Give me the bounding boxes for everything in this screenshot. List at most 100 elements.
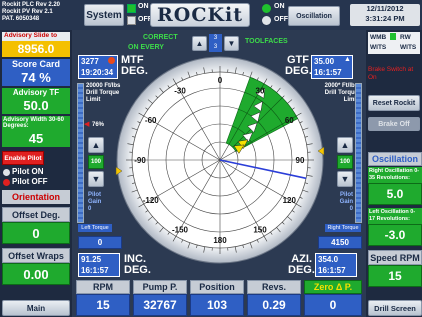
switch-on-indicator[interactable] <box>262 4 271 13</box>
left-osc-label: Left Oscillation 0-17 Revolutions: <box>368 208 422 224</box>
azi-readout: 354.0 16:1:57 <box>315 253 357 277</box>
right-pilot-text: Pilot <box>340 192 353 198</box>
date-time: 12/11/2012 3:31:24 PM <box>350 4 420 26</box>
adv-slide-value: 8956.0 <box>2 41 70 57</box>
oscillation-toggle-button[interactable]: Oscillation <box>288 6 340 26</box>
dial-tick-label: 150 <box>253 225 267 234</box>
every-count-top: 3 <box>213 35 218 41</box>
pilot-on-label: Pilot ON <box>12 167 44 176</box>
date-text: 12/11/2012 <box>366 4 404 13</box>
azi-value: 354.0 <box>318 255 339 264</box>
brake-off-button[interactable]: Brake Off <box>368 117 420 131</box>
azi-deg-text: DEG. <box>288 264 315 276</box>
wits-label: WITS <box>370 44 387 51</box>
inc-value: 91.25 <box>81 255 102 264</box>
rpm-label: RPM <box>76 280 130 294</box>
inc-deg-text: DEG. <box>124 264 151 276</box>
right-torque-bar <box>355 83 362 223</box>
pilot-off-label: Pilot OFF <box>12 177 48 186</box>
right-gain-value: 100 <box>337 155 353 169</box>
gtf-up-arrow: ▲ <box>344 56 351 63</box>
left-torque-pct: 76% <box>92 122 105 128</box>
toolfaces-label: TOOLFACES <box>245 38 288 45</box>
rockit-logo: ROCKit <box>150 3 250 27</box>
left-gain-zero: 0 <box>88 206 92 212</box>
adv-tf-value: 50.0 <box>2 98 70 114</box>
on-every-label: ON EVERY <box>128 44 164 51</box>
wmb-indicator[interactable] <box>390 33 396 40</box>
every-count-bot: 3 <box>213 44 218 50</box>
right-osc-label: Right Oscillation 0-35 Revolutions: <box>368 167 422 183</box>
pump-value: 32767 <box>133 294 187 316</box>
speed-rpm-label: Speed RPM <box>368 250 422 265</box>
pilot-on-radio[interactable] <box>3 169 10 176</box>
adv-width-value: 45 <box>2 131 70 147</box>
brake-switch-message: Brake Switch at On <box>368 66 414 81</box>
adv-tf-label: Advisory TF <box>2 88 70 98</box>
every-count-display: 3 3 <box>209 34 222 52</box>
score-card-label: Score Card <box>2 59 70 70</box>
inc-label: INC. DEG. <box>124 254 151 276</box>
dial-tick-label: -30 <box>174 87 186 96</box>
enable-pilot-button[interactable]: Enable Pilot <box>2 151 44 165</box>
left-osc-value[interactable]: -3.0 <box>368 224 422 246</box>
left-pilot-text: Pilot <box>88 192 101 198</box>
adv-slide-label: Advisory Slide to <box>2 32 70 41</box>
pv-rev: Rockit PV Rev 2.1 <box>2 9 53 15</box>
right-gain-down-button[interactable]: ▼ <box>337 171 353 187</box>
dial-tick-label: 0 <box>218 76 223 85</box>
toolface-dial: 0 30 60 90 120 150 180 -150 -120 -90 -60 -30 <box>115 56 325 264</box>
drill-screen-button[interactable]: Drill Screen <box>368 300 422 316</box>
dial-tick-label: 90 <box>296 156 305 165</box>
adv-width-label: Advisory Width 30-60 Degrees: <box>2 116 70 131</box>
count-up-button[interactable]: ▲ <box>192 36 207 51</box>
rpm-value: 15 <box>76 294 130 316</box>
left-pilot-gain: Pilot Gain 0 <box>88 192 101 213</box>
right-osc-value[interactable]: 5.0 <box>368 183 422 205</box>
plc-info: Rockit PLC Rev 2.20 Rockit PV Rev 2.1 PA… <box>2 2 82 23</box>
wmb-label: WMB <box>370 34 387 41</box>
offset-wraps-label: Offset Wraps <box>2 248 70 263</box>
oscillation-tab[interactable]: Oscillation <box>368 152 422 166</box>
orientation-tab[interactable]: Orientation <box>2 190 70 204</box>
offset-wraps-value[interactable]: 0.00 <box>2 263 70 285</box>
switch-off-indicator[interactable] <box>262 16 271 25</box>
zero-dp-button[interactable]: Zero Δ P. <box>304 280 362 294</box>
left-gain-down-button[interactable]: ▼ <box>88 171 104 187</box>
left-torque-tag: Left Torque <box>78 224 112 232</box>
dial-tick-label: 120 <box>283 196 297 205</box>
pump-label: Pump P. <box>133 280 187 294</box>
left-torque-marker: ◀ <box>84 121 90 128</box>
inc-time: 16:1:57 <box>81 266 109 275</box>
zero-dp-value: 0 <box>304 294 362 316</box>
right-gain-text: Gain <box>339 199 353 205</box>
speed-rpm-value[interactable]: 15 <box>368 265 422 287</box>
right-gain-up-button[interactable]: ▲ <box>337 137 353 153</box>
system-on-label: ON <box>138 3 149 10</box>
system-button[interactable]: System <box>84 4 124 26</box>
dial-tick-label: -60 <box>145 116 157 125</box>
dial-tick-label: -150 <box>172 225 189 234</box>
rw-label: RW <box>400 34 411 41</box>
revs-value: 0.29 <box>247 294 301 316</box>
offset-deg-value[interactable]: 0 <box>2 222 70 244</box>
dial-tick-label: 30 <box>256 87 265 96</box>
azi-time: 16:1:57 <box>318 266 346 275</box>
time-text: 3:31:24 PM <box>365 14 405 23</box>
left-gain-up-button[interactable]: ▲ <box>88 137 104 153</box>
right-pilot-gain: Pilot Gain 0 <box>335 192 353 213</box>
reset-rockit-button[interactable]: Reset Rockit <box>368 95 420 111</box>
switch-off-label: OFF <box>274 16 288 23</box>
system-off-indicator[interactable] <box>127 16 136 25</box>
pilot-off-radio[interactable] <box>3 179 10 186</box>
correct-label: CORRECT <box>143 34 178 41</box>
switch-on-label: ON <box>274 3 285 10</box>
main-button[interactable]: Main <box>2 300 70 316</box>
left-torque-bar <box>77 83 84 223</box>
system-on-indicator[interactable] <box>127 4 136 13</box>
offset-deg-label: Offset Deg. <box>2 207 70 222</box>
patent: PAT. 6050348 <box>2 16 40 22</box>
left-gain-text: Gain <box>88 199 102 205</box>
logo-text: ROCKit <box>157 4 243 26</box>
count-down-button[interactable]: ▼ <box>224 36 239 51</box>
